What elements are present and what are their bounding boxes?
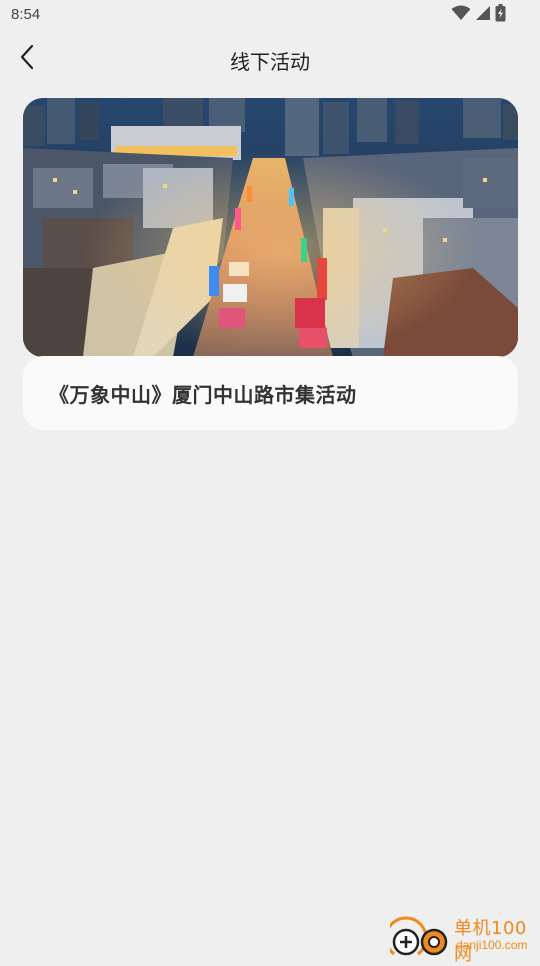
status-icons	[451, 4, 506, 26]
activity-caption[interactable]: 《万象中山》厦门中山路市集活动	[23, 356, 518, 430]
page-title: 线下活动	[230, 50, 310, 74]
wifi-icon	[451, 5, 471, 25]
watermark: 单机100网 danji100.com	[384, 912, 540, 965]
cell-signal-icon	[475, 5, 491, 25]
status-time: 8:54	[11, 6, 41, 23]
battery-icon	[495, 4, 506, 26]
activity-card[interactable]: 《万象中山》厦门中山路市集活动	[23, 98, 518, 430]
status-bar: 8:54	[0, 0, 540, 30]
watermark-url: danji100.com	[456, 938, 528, 952]
activity-image[interactable]	[23, 98, 518, 357]
activity-title: 《万象中山》厦门中山路市集活动	[49, 382, 357, 407]
watermark-logo-icon	[384, 912, 452, 960]
header: 线下活动	[0, 36, 540, 82]
